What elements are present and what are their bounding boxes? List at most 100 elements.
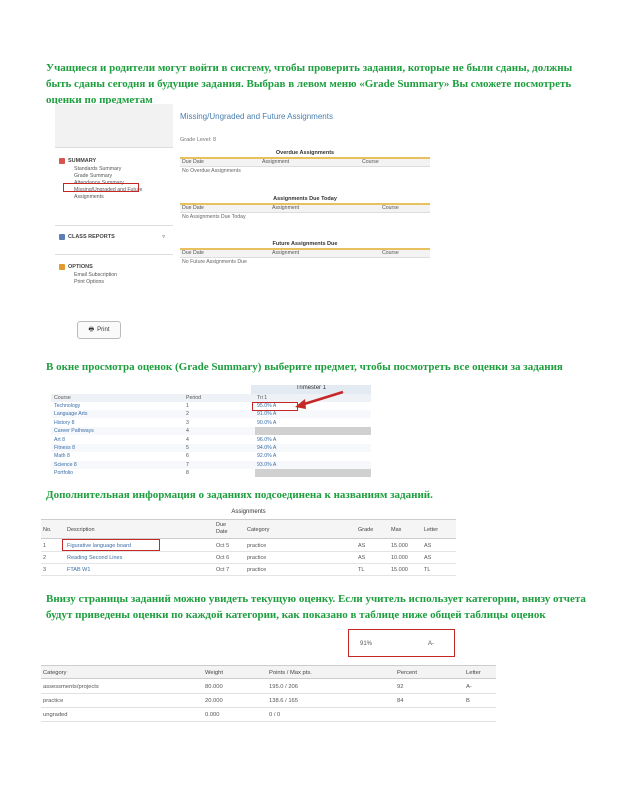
menu-item-email-subscription[interactable]: Email Subscription: [74, 272, 171, 279]
course-link[interactable]: Technology: [54, 402, 80, 410]
table-row: Portfolio 8: [51, 469, 371, 478]
course-link[interactable]: Language Arts: [54, 410, 87, 418]
table-row: History 8 3 90.0% A: [51, 419, 371, 427]
cell-cat: practice: [247, 543, 267, 549]
table-row: Science 8 7 93.0% A: [51, 460, 371, 469]
table-header: No. Description Due Date Category Grade …: [41, 519, 456, 539]
cell-grade: TL: [358, 567, 365, 573]
period-value: 1: [186, 403, 189, 409]
cell-pct: 92: [397, 684, 404, 690]
course-link[interactable]: Science 8: [54, 461, 77, 469]
menu-item-print-options[interactable]: Print Options: [74, 279, 171, 286]
cell-weight: 80.000: [205, 684, 223, 690]
menu-section-options: OPTIONS Email Subscription Print Options: [59, 262, 171, 286]
block-header: Due Date Assignment Course: [180, 205, 430, 213]
grade-link[interactable]: 93.0% A: [255, 461, 371, 469]
block-row: No Future Assignments Due: [182, 259, 247, 265]
cell-weight: 0.000: [205, 712, 220, 718]
period-value: 6: [186, 453, 189, 460]
chevron-down-icon[interactable]: ▿: [162, 234, 165, 240]
col-letter: Letter: [466, 670, 481, 676]
menu-section-class-reports: CLASS REPORTS ▿: [59, 232, 171, 242]
future-block: Future Assignments Due Due Date Assignme…: [180, 241, 430, 267]
summary-label: SUMMARY: [68, 158, 97, 164]
table-row: Art 8 4 96.0% A: [51, 436, 371, 444]
block-header: Due Date Assignment Course: [180, 250, 430, 258]
menu-item-standards-summary[interactable]: Standards Summary: [74, 166, 171, 173]
period-value: 4: [186, 436, 189, 443]
cell-cat: assessments/projects: [43, 684, 99, 690]
block-header: Due Date Assignment Course: [180, 159, 430, 167]
options-label: OPTIONS: [68, 264, 93, 270]
col-due-date: Due Date: [182, 205, 204, 211]
table-row: 3 FTAB W1 Oct 7 practice TL 15.000 TL: [41, 564, 456, 576]
col-due-date: Due Date: [182, 159, 204, 165]
period-value: 3: [186, 419, 189, 426]
period-value: 5: [186, 445, 189, 451]
block-title: Future Assignments Due: [180, 241, 430, 250]
cell-desc[interactable]: Reading Second Lines: [67, 552, 122, 564]
grade-link[interactable]: [255, 469, 371, 478]
course-link[interactable]: Math 8: [54, 452, 70, 460]
cell-desc[interactable]: FTAB W1: [67, 564, 90, 576]
col-assignment: Assignment: [262, 159, 290, 165]
cell-points: 0 / 0: [269, 712, 281, 718]
cell-no: 3: [43, 567, 47, 573]
grade-link[interactable]: 91.0% A: [255, 410, 371, 418]
course-link[interactable]: Fitness 8: [54, 444, 75, 452]
grade-link[interactable]: 92.0% A: [255, 452, 371, 460]
cell-no: 1: [43, 543, 47, 549]
cell-letter: B: [466, 698, 470, 704]
menu-item-grade-summary[interactable]: Grade Summary: [74, 173, 171, 180]
cell-points: 195.0 / 206: [269, 684, 299, 690]
cell-cat: practice: [43, 698, 64, 704]
col-course: Course: [54, 395, 71, 401]
overdue-block: Overdue Assignments Due Date Assignment …: [180, 150, 430, 176]
options-icon: [59, 264, 65, 270]
table-header: Category Weight Points / Max pts. Percen…: [41, 665, 496, 679]
table-row: Language Arts 2 91.0% A: [51, 410, 371, 419]
cell-no: 2: [43, 555, 47, 561]
menu-section-summary: SUMMARY Standards Summary Grade Summary …: [59, 156, 171, 201]
menu-heading-options[interactable]: OPTIONS: [59, 262, 171, 272]
course-link[interactable]: Portfolio: [54, 469, 73, 477]
col-category: Category: [247, 527, 270, 533]
menu-heading-class-reports[interactable]: CLASS REPORTS ▿: [59, 232, 171, 242]
grade-summary-highlight: [63, 183, 139, 192]
grade-link[interactable]: 90.0% A: [255, 419, 371, 427]
grade-link[interactable]: [255, 427, 371, 436]
block-title: Assignments Due Today: [180, 196, 430, 205]
grade-link[interactable]: 96.0% A: [255, 436, 371, 444]
current-grade-box: 91% A-: [348, 629, 455, 657]
printer-icon: 🖶: [88, 327, 95, 333]
course-link[interactable]: History 8: [54, 419, 74, 427]
col-percent: Percent: [397, 670, 417, 676]
menu-topbar: [55, 104, 173, 148]
screenshot-missing-assignments: SUMMARY Standards Summary Grade Summary …: [55, 104, 430, 347]
cell-letter: AS: [424, 555, 432, 561]
print-button[interactable]: 🖶 Print: [77, 321, 121, 339]
table-row: 2 Reading Second Lines Oct 6 practice AS 10.0…: [41, 552, 456, 564]
period-value: 8: [186, 470, 189, 477]
grade-summary-paragraph: В окне просмотра оценок (Grade Summary) …: [46, 361, 563, 373]
course-link[interactable]: Career Pathways: [54, 427, 94, 435]
col-course: Course: [382, 250, 399, 256]
menu-heading-summary[interactable]: SUMMARY: [59, 156, 171, 166]
course-link[interactable]: Art 8: [54, 436, 65, 444]
col-assignment: Assignment: [272, 250, 300, 256]
cell-pct: 84: [397, 698, 404, 704]
screenshot-grade-summary: Trimester 1 Course Period Tri 1 Technolo…: [51, 385, 371, 480]
print-label: Print: [97, 327, 110, 333]
grade-link[interactable]: 94.0% A: [255, 444, 371, 452]
cell-due: Oct 7: [216, 567, 230, 573]
cell-cat: ungraded: [43, 712, 68, 718]
col-category: Category: [43, 670, 67, 676]
col-weight: Weight: [205, 670, 223, 676]
arrow-icon: [295, 390, 344, 409]
assignments-panel: Missing/Ungraded and Future Assignments …: [176, 104, 430, 347]
summary-icon: [59, 158, 65, 164]
table-row: ungraded 0.000 0 / 0: [41, 708, 496, 722]
divider: [55, 225, 173, 226]
grade-level: Grade Level: 8: [180, 137, 217, 143]
cell-letter: A-: [466, 684, 472, 690]
